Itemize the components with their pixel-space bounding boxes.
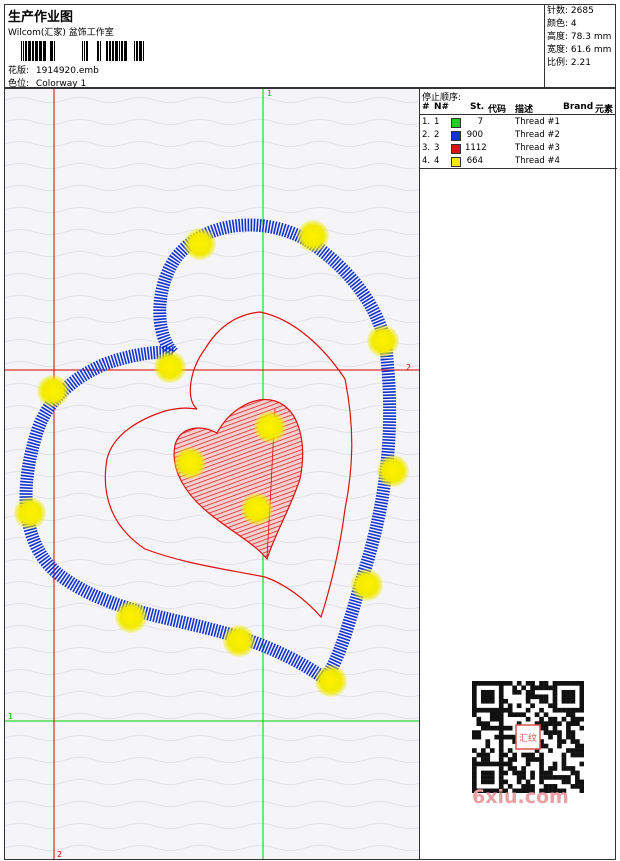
company-name: Wilcom(汇家) 盆饰工作室 xyxy=(8,28,114,38)
page-title: 生产作业图 xyxy=(8,10,74,25)
qr-center-logo: 汇纹 xyxy=(519,732,537,744)
design-stats: 针数: 2685 颜色: 4 高度: 78.3 mm 宽度: 61.6 mm 比… xyxy=(547,5,616,70)
color-swatch xyxy=(451,144,461,154)
color-swatch xyxy=(451,131,461,141)
header-block: 生产作业图 Wilcom(汇家) 盆饰工作室 花版: 1914920.emb 色… xyxy=(4,4,616,89)
stat-width: 宽度: 61.6 mm xyxy=(547,45,612,55)
table-row[interactable]: 2. 2 900 Thread #2 xyxy=(420,129,615,142)
col-stitches: St. xyxy=(470,102,485,112)
embroidery-preview: 1 2 1 2 xyxy=(5,89,419,859)
barcode xyxy=(21,41,144,61)
col-n: N# xyxy=(434,102,450,112)
design-label: 花版: xyxy=(8,66,30,76)
color-swatch xyxy=(451,157,461,167)
stat-stitches: 针数: 2685 xyxy=(547,6,594,16)
table-row[interactable]: 3. 3 1112 Thread #3 xyxy=(420,142,615,155)
stat-colors: 颜色: 4 xyxy=(547,19,577,29)
panel-divider xyxy=(420,168,617,169)
col-code: 代码 xyxy=(488,105,507,115)
guide-label-h2: 2 xyxy=(406,363,411,372)
stat-height: 高度: 78.3 mm xyxy=(547,32,612,42)
qr-code[interactable]: 汇纹 xyxy=(472,681,584,793)
col-desc: 描述 xyxy=(515,105,534,115)
design-row: 花版: 1914920.emb xyxy=(8,63,99,76)
guide-label-h1: 1 xyxy=(8,712,13,721)
stop-sequence-header: # N# St. 代码 描述 Brand 元素 xyxy=(420,102,615,115)
col-brand: Brand xyxy=(563,102,594,112)
table-row[interactable]: 1. 1 7 Thread #1 xyxy=(420,116,615,129)
design-canvas: 1 2 1 2 xyxy=(4,88,420,860)
col-num: # xyxy=(422,102,430,112)
guide-label-v2: 2 xyxy=(57,850,62,859)
col-element: 元素 xyxy=(595,105,614,115)
watermark-text: 6xiu.com xyxy=(472,786,569,808)
guide-label-v1: 1 xyxy=(267,89,272,98)
stat-scale: 比例: 2.21 xyxy=(547,58,591,68)
stats-divider xyxy=(544,4,545,88)
color-swatch xyxy=(451,118,461,128)
table-row[interactable]: 4. 4 664 Thread #4 xyxy=(420,155,615,168)
design-value: 1914920.emb xyxy=(35,66,99,76)
